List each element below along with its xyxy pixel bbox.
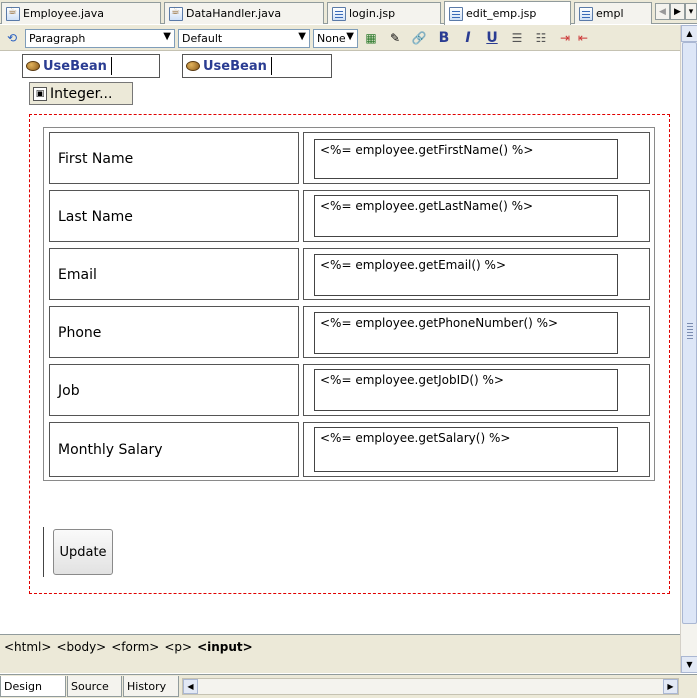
java-file-icon xyxy=(169,6,183,21)
employee-table[interactable]: First Name <%= employee.getFirstName() %… xyxy=(43,127,655,481)
expression-field[interactable]: <%= employee.getSalary() %> xyxy=(314,427,618,472)
numbered-list-icon[interactable]: ☰ xyxy=(508,29,526,47)
horizontal-scrollbar[interactable]: ◀ ▶ xyxy=(182,678,679,695)
usebean-component[interactable]: UseBean xyxy=(182,54,332,78)
table-row-value-cell[interactable]: <%= employee.getSalary() %> xyxy=(303,422,650,477)
scrollbar-thumb[interactable] xyxy=(682,42,697,624)
font-select[interactable]: Default ▼ xyxy=(178,29,310,48)
chevron-down-icon: ▼ xyxy=(163,31,171,42)
size-value: None xyxy=(317,32,346,45)
tab-label: Employee.java xyxy=(23,7,105,20)
row-label: Phone xyxy=(58,325,102,341)
usebean-text: UseBean xyxy=(43,58,107,74)
jsp-file-icon xyxy=(449,6,463,21)
tab-empl[interactable]: empl xyxy=(574,2,652,24)
table-row-label-cell[interactable]: Last Name xyxy=(49,190,299,242)
scroll-right-icon[interactable]: ▶ xyxy=(663,679,678,694)
outdent-icon[interactable]: ⇤ xyxy=(574,29,592,47)
expression-field[interactable]: <%= employee.getPhoneNumber() %> xyxy=(314,312,618,354)
usebean-label: UseBean xyxy=(183,59,267,74)
tab-login-jsp[interactable]: login.jsp xyxy=(327,2,441,24)
editor-tab-bar: Employee.java DataHandler.java login.jsp… xyxy=(0,0,697,25)
size-select[interactable]: None ▼ xyxy=(313,29,358,48)
bean-icon xyxy=(26,61,40,71)
integer-component[interactable]: ▣ Integer... xyxy=(29,82,133,105)
component-icon: ▣ xyxy=(33,86,47,101)
paragraph-marker xyxy=(43,527,44,577)
divider xyxy=(110,57,112,75)
scroll-up-icon[interactable]: ▲ xyxy=(681,25,697,42)
refresh-icon[interactable]: ⟲ xyxy=(3,29,21,47)
update-button[interactable]: Update xyxy=(53,529,113,575)
text-color-icon[interactable]: ▦ xyxy=(362,29,380,47)
table-row-value-cell[interactable]: <%= employee.getEmail() %> xyxy=(303,248,650,300)
row-label: Last Name xyxy=(58,209,133,225)
tab-datahandler-java[interactable]: DataHandler.java xyxy=(164,2,324,24)
tab-list-dropdown-icon[interactable]: ▾ xyxy=(685,3,697,20)
table-row-value-cell[interactable]: <%= employee.getJobID() %> xyxy=(303,364,650,416)
row-label: Job xyxy=(58,383,80,399)
table-row-value-cell[interactable]: <%= employee.getLastName() %> xyxy=(303,190,650,242)
table-row-value-cell[interactable]: <%= employee.getFirstName() %> xyxy=(303,132,650,184)
tab-design[interactable]: Design xyxy=(0,676,66,697)
link-icon[interactable]: 🔗 xyxy=(410,29,428,47)
bold-button[interactable]: B xyxy=(435,29,453,47)
tag-breadcrumb: <html> <body> <form> <p> <input> xyxy=(0,634,680,673)
font-value: Default xyxy=(182,32,223,45)
row-label: Email xyxy=(58,267,97,283)
jsp-file-icon xyxy=(332,6,346,21)
java-file-icon xyxy=(6,6,20,21)
bean-icon xyxy=(186,61,200,71)
table-row-label-cell[interactable]: Email xyxy=(49,248,299,300)
tab-label: empl xyxy=(596,7,624,20)
paragraph-style-select[interactable]: Paragraph ▼ xyxy=(25,29,175,48)
chevron-down-icon: ▼ xyxy=(298,31,306,42)
row-label: Monthly Salary xyxy=(58,442,163,458)
vertical-scrollbar[interactable]: ▲ ▼ xyxy=(680,25,697,673)
tab-label: edit_emp.jsp xyxy=(466,7,537,20)
scroll-down-icon[interactable]: ▼ xyxy=(681,656,697,673)
expression-field[interactable]: <%= employee.getFirstName() %> xyxy=(314,139,618,179)
paragraph-style-value: Paragraph xyxy=(29,32,86,45)
usebean-label: UseBean xyxy=(23,59,107,74)
breadcrumb-item-p[interactable]: <p> xyxy=(164,640,192,668)
row-label: First Name xyxy=(58,151,134,167)
formatting-toolbar: ⟲ Paragraph ▼ Default ▼ None ▼ ▦ ✎ 🔗 B I… xyxy=(0,25,680,51)
table-row-label-cell[interactable]: Monthly Salary xyxy=(49,422,299,477)
integer-label: Integer... xyxy=(50,85,113,102)
editor-mode-tabs: Design Source History ◀ ▶ xyxy=(0,674,697,698)
table-row-label-cell[interactable]: Phone xyxy=(49,306,299,358)
divider xyxy=(270,57,272,75)
scroll-tabs-right-icon[interactable]: ▶ xyxy=(670,3,685,20)
expression-field[interactable]: <%= employee.getJobID() %> xyxy=(314,369,618,411)
breadcrumb-item-form[interactable]: <form> xyxy=(111,640,159,668)
tab-source[interactable]: Source xyxy=(67,676,122,697)
italic-button[interactable]: I xyxy=(459,29,477,47)
jsp-file-icon xyxy=(579,6,593,21)
indent-icon[interactable]: ⇥ xyxy=(556,29,574,47)
tab-employee-java[interactable]: Employee.java xyxy=(1,2,161,24)
table-row-value-cell[interactable]: <%= employee.getPhoneNumber() %> xyxy=(303,306,650,358)
table-row-label-cell[interactable]: First Name xyxy=(49,132,299,184)
breadcrumb-item-html[interactable]: <html> xyxy=(4,640,51,668)
grip-icon xyxy=(687,323,693,339)
breadcrumb-item-current[interactable]: <input> xyxy=(197,640,253,668)
scroll-left-icon[interactable]: ◀ xyxy=(183,679,198,694)
expression-field[interactable]: <%= employee.getLastName() %> xyxy=(314,195,618,237)
usebean-text: UseBean xyxy=(203,58,267,74)
underline-button[interactable]: U xyxy=(483,29,501,47)
highlight-icon[interactable]: ✎ xyxy=(386,29,404,47)
tab-history[interactable]: History xyxy=(123,676,179,697)
tab-label: login.jsp xyxy=(349,7,396,20)
usebean-component[interactable]: UseBean xyxy=(22,54,160,78)
table-row-label-cell[interactable]: Job xyxy=(49,364,299,416)
bullet-list-icon[interactable]: ☷ xyxy=(532,29,550,47)
breadcrumb-item-body[interactable]: <body> xyxy=(56,640,106,668)
tab-edit-emp-jsp[interactable]: edit_emp.jsp xyxy=(444,1,571,25)
tab-label: DataHandler.java xyxy=(186,7,282,20)
chevron-down-icon: ▼ xyxy=(346,31,354,42)
scroll-tabs-left-icon[interactable]: ◀ xyxy=(655,3,670,20)
expression-field[interactable]: <%= employee.getEmail() %> xyxy=(314,254,618,296)
